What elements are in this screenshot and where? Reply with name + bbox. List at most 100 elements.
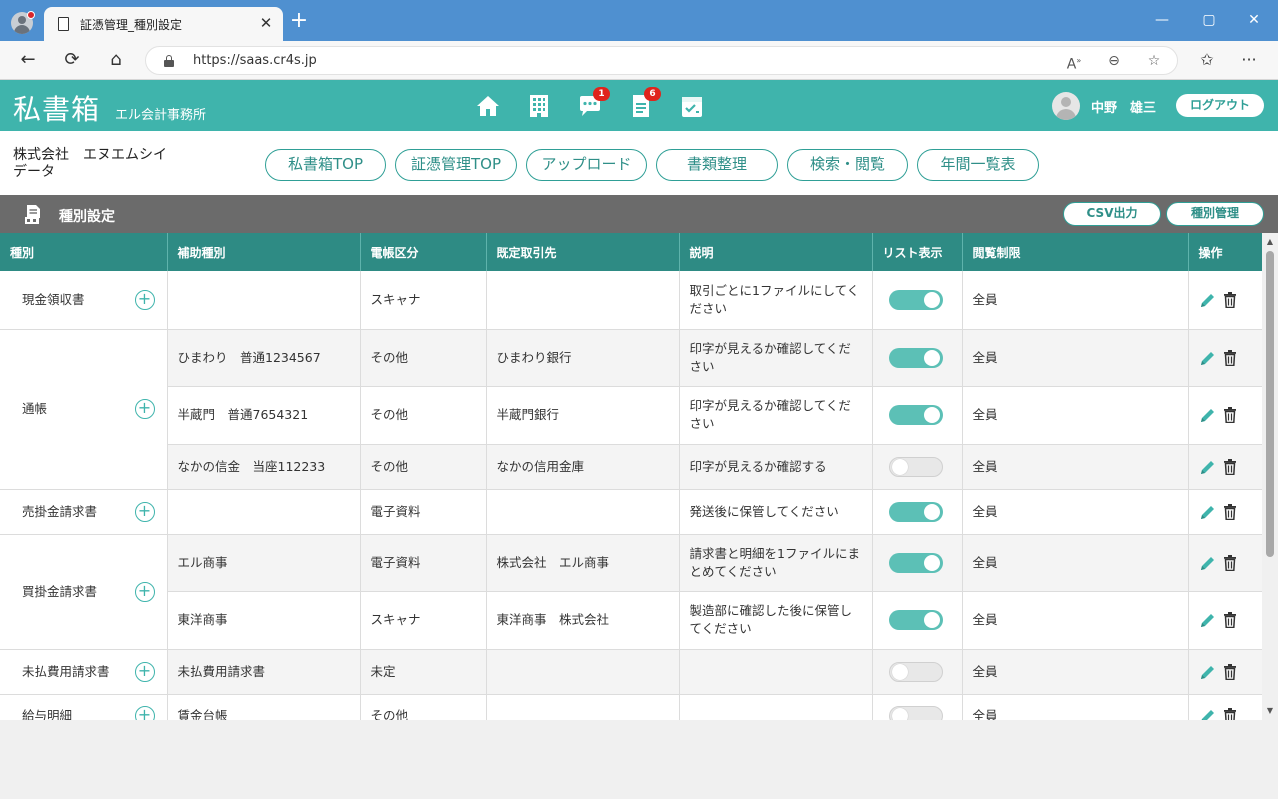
home-icon[interactable]: ⌂: [104, 48, 128, 72]
nav-document-organize[interactable]: 書類整理: [656, 149, 778, 181]
edit-pencil-icon[interactable]: [1199, 611, 1217, 629]
col-header-type[interactable]: 種別: [0, 233, 168, 271]
browser-window: 証憑管理_種別設定 ✕ + — ▢ ✕ ← ⟳ ⌂ https://saas.c…: [0, 0, 1278, 799]
list-display-toggle[interactable]: [888, 661, 943, 682]
checklist-icon[interactable]: [679, 93, 705, 119]
scroll-down-arrow-icon[interactable]: ▼: [1262, 704, 1278, 718]
delete-trash-icon[interactable]: [1223, 612, 1237, 629]
url-text: https://saas.cr4s.jp: [193, 53, 317, 68]
col-header-dencho[interactable]: 電帳区分: [360, 233, 487, 271]
subtype-cell: 未払費用請求書: [167, 649, 361, 695]
list-display-toggle[interactable]: [888, 347, 943, 368]
nav-shohyo-top[interactable]: 証憑管理TOP: [395, 149, 517, 181]
actions-cell: [1188, 649, 1262, 695]
col-header-access[interactable]: 閲覧制限: [962, 233, 1189, 271]
delete-trash-icon[interactable]: [1223, 503, 1237, 520]
list-display-toggle[interactable]: [888, 405, 943, 425]
back-arrow-icon[interactable]: ←: [16, 48, 40, 72]
col-header-list-display[interactable]: リスト表示: [872, 233, 963, 271]
edit-pencil-icon[interactable]: [1199, 458, 1217, 476]
chat-icon[interactable]: 1: [577, 87, 610, 119]
edit-pencil-icon[interactable]: [1199, 503, 1217, 521]
access-cell: 全員: [962, 444, 1189, 490]
delete-trash-icon[interactable]: [1223, 708, 1237, 720]
list-display-cell: [872, 649, 963, 695]
list-display-cell: [872, 271, 963, 330]
edit-pencil-icon[interactable]: [1199, 707, 1217, 720]
logout-button[interactable]: ログアウト: [1176, 94, 1264, 117]
maximize-icon[interactable]: ▢: [1199, 10, 1219, 30]
type-settings-table-container[interactable]: 種別 補助種別 電帳区分 既定取引先 説明 リスト表示 閲覧制限 操作 現金領収…: [0, 233, 1262, 720]
delete-trash-icon[interactable]: [1223, 407, 1237, 424]
dencho-cell: スキャナ: [360, 591, 487, 650]
col-header-subtype[interactable]: 補助種別: [167, 233, 361, 271]
list-display-toggle[interactable]: [888, 456, 943, 477]
add-subtype-plus-icon[interactable]: +: [134, 289, 155, 310]
scrollbar-thumb[interactable]: [1266, 251, 1274, 557]
add-subtype-plus-icon[interactable]: +: [134, 399, 155, 419]
vertical-scrollbar[interactable]: ▲ ▼: [1262, 233, 1278, 720]
favorite-star-icon[interactable]: ☆: [1144, 52, 1164, 70]
dencho-cell: その他: [360, 386, 487, 445]
toggle-knob: [923, 612, 940, 628]
browser-tab[interactable]: 証憑管理_種別設定 ✕: [44, 7, 283, 41]
zoom-icon[interactable]: ⊖: [1104, 52, 1124, 70]
type-manage-button[interactable]: 種別管理: [1166, 202, 1264, 226]
add-subtype-plus-icon[interactable]: +: [134, 501, 155, 522]
nav-shishobako-top[interactable]: 私書箱TOP: [265, 149, 386, 181]
building-icon[interactable]: [526, 93, 552, 119]
description-cell: 発送後に保管してください: [679, 489, 873, 535]
dencho-cell: 電子資料: [360, 534, 487, 592]
type-settings-table: 種別 補助種別 電帳区分 既定取引先 説明 リスト表示 閲覧制限 操作 現金領収…: [0, 233, 1262, 720]
read-aloud-icon[interactable]: A»: [1064, 52, 1084, 73]
toggle-knob: [923, 554, 940, 571]
url-field[interactable]: https://saas.cr4s.jp A» ⊖ ☆: [145, 46, 1178, 75]
list-display-cell: [872, 694, 963, 720]
new-tab-button[interactable]: +: [288, 10, 310, 33]
tab-title: 証憑管理_種別設定: [80, 18, 183, 32]
tab-close-icon[interactable]: ✕: [257, 14, 275, 32]
delete-trash-icon[interactable]: [1223, 349, 1237, 366]
favorites-list-icon[interactable]: ✩: [1196, 49, 1218, 71]
type-cell: 買掛金請求書 +: [0, 534, 168, 650]
delete-trash-icon[interactable]: [1223, 458, 1237, 475]
csv-export-button[interactable]: CSV出力: [1063, 202, 1161, 226]
reload-icon[interactable]: ⟳: [60, 48, 84, 72]
document-icon[interactable]: 6: [628, 87, 661, 119]
table-row: 半蔵門 普通7654321 その他 半蔵門銀行 印字が見えるか確認してください 全員: [0, 386, 1262, 445]
list-display-toggle[interactable]: [888, 501, 943, 522]
access-cell: 全員: [962, 591, 1189, 650]
edit-pencil-icon[interactable]: [1199, 554, 1217, 572]
delete-trash-icon[interactable]: [1223, 554, 1237, 571]
more-menu-icon[interactable]: ···: [1238, 49, 1260, 71]
nav-annual-list[interactable]: 年間一覧表: [917, 149, 1039, 181]
list-display-cell: [872, 489, 963, 535]
home-nav-icon[interactable]: [475, 93, 501, 119]
minimize-icon[interactable]: —: [1152, 10, 1172, 30]
edit-pencil-icon[interactable]: [1199, 349, 1217, 367]
edit-pencil-icon[interactable]: [1199, 406, 1217, 424]
app-logo[interactable]: 私書箱: [13, 88, 100, 128]
delete-trash-icon[interactable]: [1223, 663, 1237, 680]
add-subtype-plus-icon[interactable]: +: [134, 581, 155, 602]
list-display-toggle[interactable]: [888, 706, 943, 720]
user-avatar[interactable]: [1052, 92, 1080, 120]
window-close-icon[interactable]: ✕: [1244, 10, 1264, 30]
col-header-description[interactable]: 説明: [679, 233, 873, 271]
col-header-default-partner[interactable]: 既定取引先: [486, 233, 680, 271]
nav-upload[interactable]: アップロード: [526, 149, 647, 181]
list-display-toggle[interactable]: [888, 552, 943, 573]
add-subtype-plus-icon[interactable]: +: [134, 661, 155, 682]
add-subtype-plus-icon[interactable]: +: [134, 706, 155, 720]
delete-trash-icon[interactable]: [1223, 292, 1237, 309]
scroll-up-arrow-icon[interactable]: ▲: [1262, 235, 1278, 249]
default-partner-cell: ひまわり銀行: [486, 329, 680, 387]
settings-document-icon: [24, 203, 44, 225]
edit-pencil-icon[interactable]: [1199, 291, 1217, 309]
edit-pencil-icon[interactable]: [1199, 663, 1217, 681]
list-display-toggle[interactable]: [888, 289, 943, 310]
table-row: なかの信金 当座112233 その他 なかの信用金庫 印字が見えるか確認する 全員: [0, 444, 1262, 490]
dencho-cell: その他: [360, 694, 487, 720]
list-display-toggle[interactable]: [888, 610, 943, 630]
nav-search-browse[interactable]: 検索・閲覧: [787, 149, 908, 181]
